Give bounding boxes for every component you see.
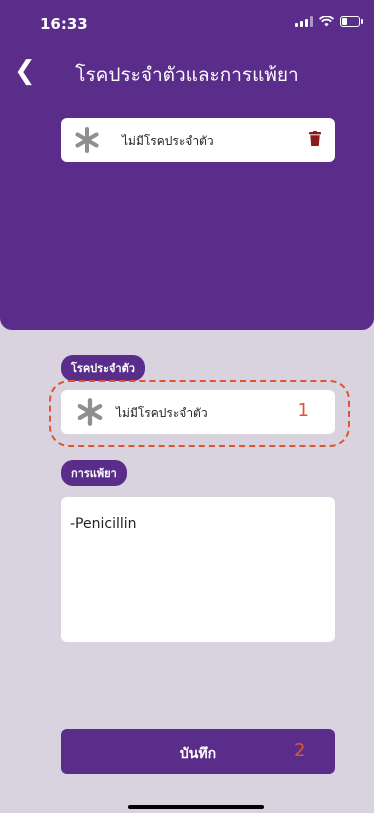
save-button[interactable]: บันทึก 2	[61, 729, 335, 774]
disease-select-text: ไม่มีโรคประจำตัว	[116, 406, 208, 420]
status-bar: 16:33	[0, 0, 374, 44]
status-icons	[295, 16, 363, 27]
allergy-text: -Penicillin	[70, 516, 137, 532]
selected-disease-text: ไม่มีโรคประจำตัว	[122, 134, 214, 148]
disease-select-field[interactable]: ไม่มีโรคประจำตัว 1	[61, 390, 335, 434]
nav-header: ❮ โรคประจำตัวและการแพ้ยา	[0, 50, 374, 94]
battery-icon	[340, 16, 363, 27]
allergy-textarea[interactable]: -Penicillin	[61, 497, 335, 642]
selected-disease-card: ไม่มีโรคประจำตัว	[61, 118, 335, 162]
page-title: โรคประจำตัวและการแพ้ยา	[75, 64, 299, 86]
wifi-icon	[319, 16, 334, 27]
annotation-1: 1	[297, 400, 309, 421]
asterisk-icon	[77, 398, 103, 426]
trash-icon[interactable]	[309, 131, 321, 146]
status-time: 16:33	[40, 15, 88, 33]
asterisk-icon	[75, 127, 99, 153]
signal-icon	[295, 16, 313, 27]
allergy-section-label: การแพ้ยา	[61, 460, 127, 486]
disease-section-label: โรคประจำตัว	[61, 355, 145, 381]
home-indicator	[128, 805, 264, 809]
annotation-2: 2	[294, 740, 306, 761]
